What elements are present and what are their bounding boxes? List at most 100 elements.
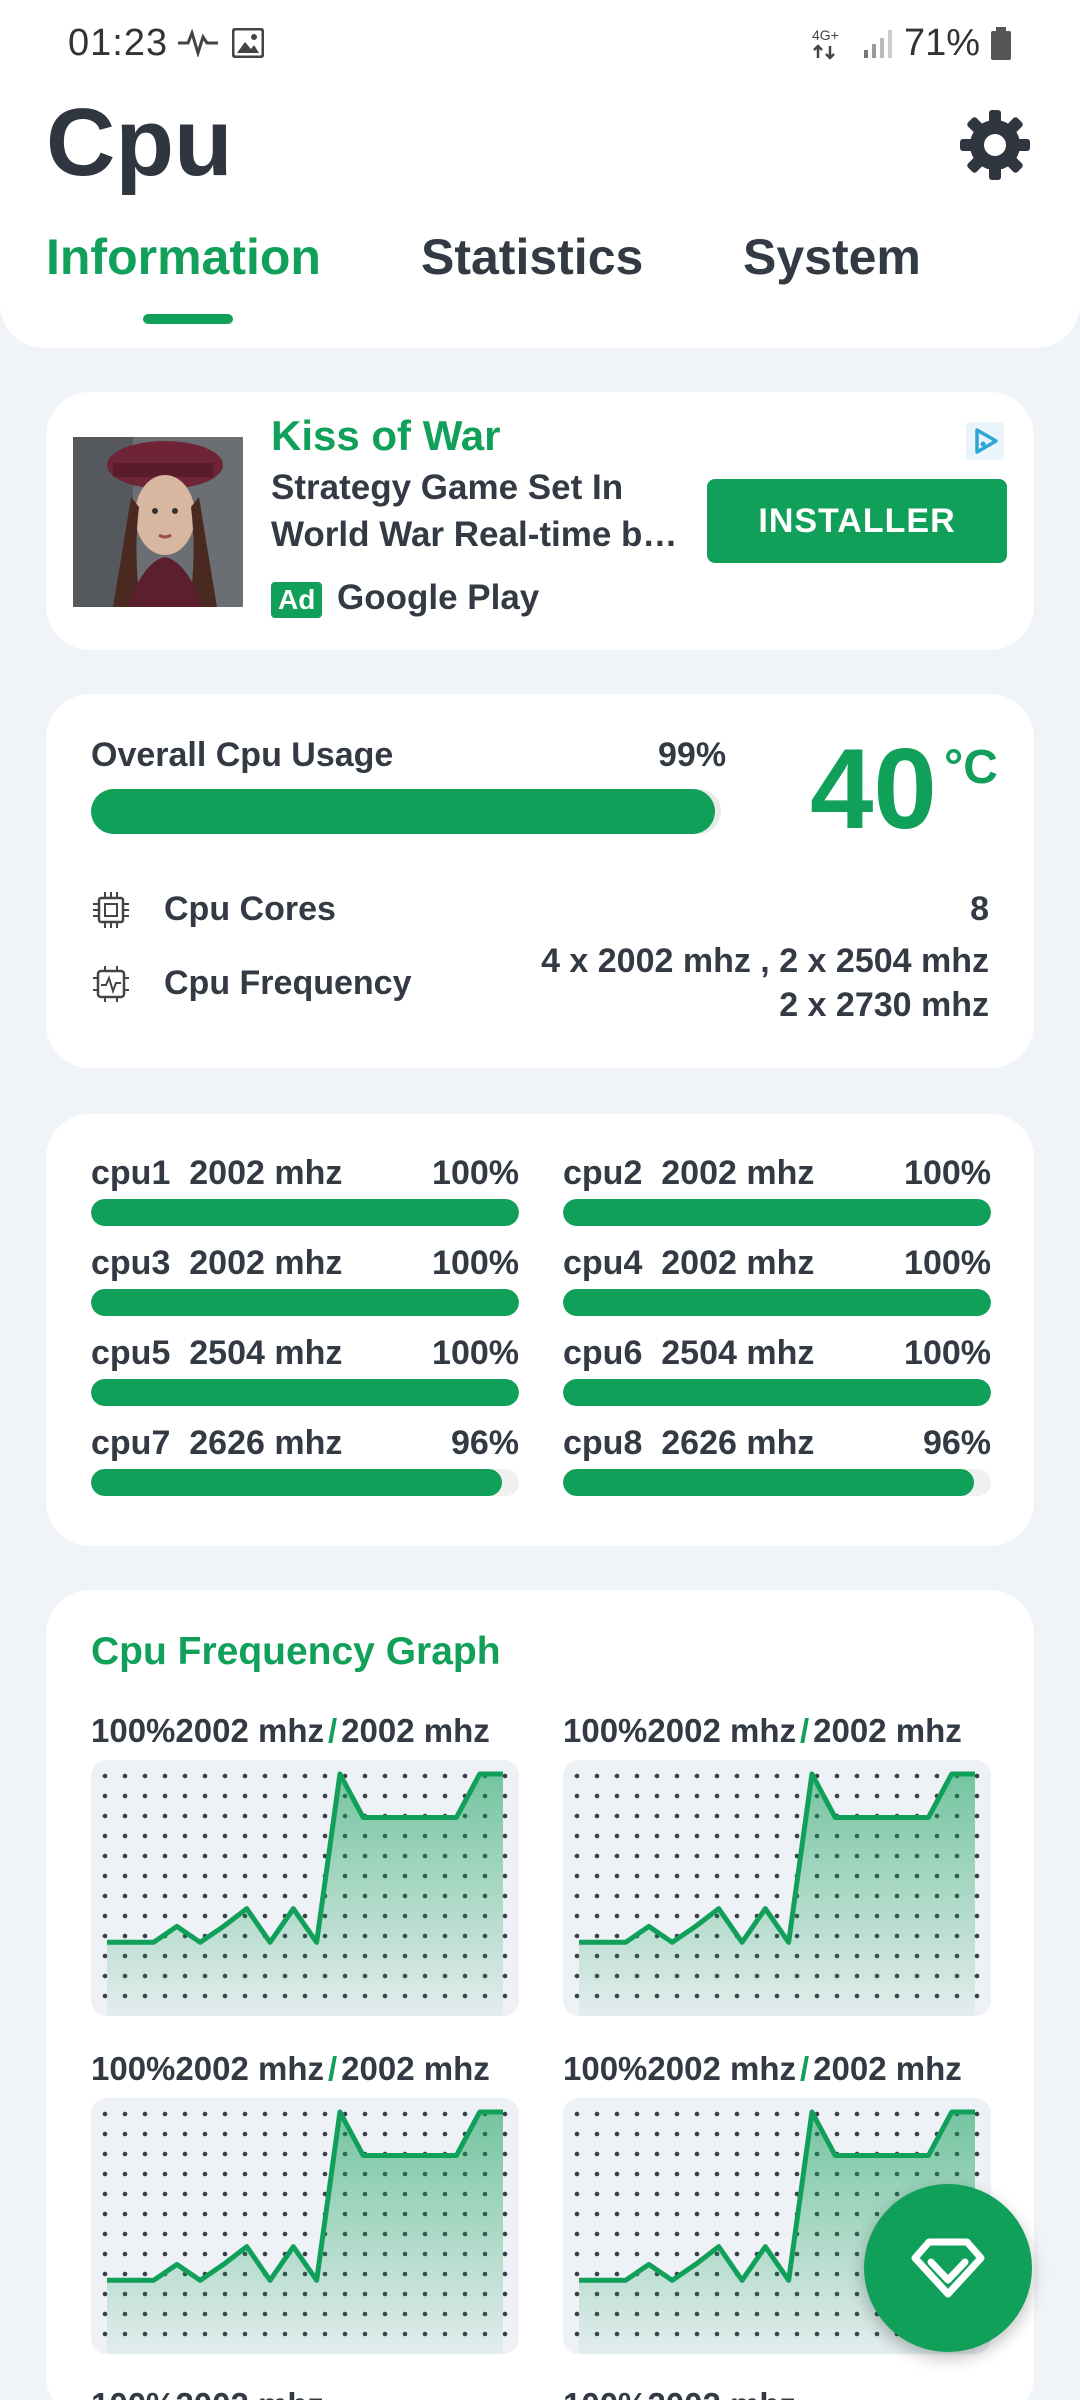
core-percent: 100%: [432, 1334, 519, 1372]
graph-max-value: 2002 mhz: [813, 1712, 962, 1749]
frequency-chip-icon: [93, 966, 129, 1002]
core-bar-fill: [563, 1469, 974, 1496]
core-name: cpu5 2504 mhz: [91, 1334, 343, 1372]
graph-separator: /: [327, 1712, 338, 1749]
core-bar: [563, 1469, 991, 1496]
frequency-graph-title: Cpu Frequency Graph: [91, 1630, 501, 1673]
network-label: 4G+: [812, 27, 839, 43]
core-bar: [91, 1199, 519, 1226]
core-bar: [91, 1379, 519, 1406]
core-bar-fill: [563, 1289, 991, 1316]
core-name: cpu2 2002 mhz: [563, 1154, 815, 1192]
core-name: cpu7 2626 mhz: [91, 1424, 343, 1462]
core-item: cpu7 2626 mhz 96%: [91, 1424, 519, 1504]
active-tab-indicator: [143, 314, 233, 324]
core-item: cpu4 2002 mhz 100%: [563, 1244, 991, 1324]
cpu-usage-card: Overall Cpu Usage 99% 40 °C Cpu Cores 8 …: [46, 694, 1034, 1068]
core-name: cpu1 2002 mhz: [91, 1154, 343, 1192]
overall-usage-bar-fill: [91, 789, 715, 834]
ad-description: Strategy Game Set In World War Real-time…: [271, 468, 678, 554]
temperature-value: 40: [810, 726, 937, 853]
tab-bar: Information Statistics System: [0, 222, 1080, 322]
graph-cell-label-partial: 100%2002 mhz: [563, 2386, 796, 2400]
battery-percent: 71%: [903, 22, 980, 64]
frequency-plot: [563, 1760, 991, 2016]
graph-current-value: 100%2002 mhz: [563, 1712, 796, 1749]
core-name: cpu8 2626 mhz: [563, 1424, 815, 1462]
cpu-frequency-line1: 4 x 2002 mhz , 2 x 2504 mhz: [541, 942, 989, 980]
core-item: cpu3 2002 mhz 100%: [91, 1244, 519, 1324]
floating-action-button[interactable]: [864, 2184, 1032, 2352]
image-icon: [232, 28, 264, 58]
tab-system[interactable]: System: [743, 228, 921, 286]
status-left-icons: [178, 28, 264, 58]
graph-current-value: 100%2002 mhz: [91, 2050, 324, 2087]
graph-max-value: 2002 mhz: [341, 1712, 490, 1749]
ad-choices-icon[interactable]: [966, 422, 1004, 460]
core-item: cpu8 2626 mhz 96%: [563, 1424, 991, 1504]
core-item: cpu2 2002 mhz 100%: [563, 1154, 991, 1234]
ad-image[interactable]: [73, 437, 243, 607]
status-bar: 01:23 4G+ 71%: [0, 0, 1080, 90]
core-percent: 96%: [450, 1424, 519, 1462]
frequency-plot: [91, 2098, 519, 2354]
activity-icon: [178, 29, 218, 57]
graph-cell-label: 100%2002 mhz/2002 mhz: [91, 1712, 490, 1750]
core-bar-fill: [563, 1379, 991, 1406]
core-percent: 100%: [904, 1154, 991, 1192]
core-bar-fill: [91, 1289, 519, 1316]
gear-icon[interactable]: [958, 108, 1032, 182]
core-name: cpu3 2002 mhz: [91, 1244, 343, 1282]
battery-icon: [991, 26, 1011, 60]
ad-install-button[interactable]: INSTALLER: [707, 479, 1007, 563]
graph-separator: /: [799, 2050, 810, 2087]
cpu-frequency-line2: 2 x 2730 mhz: [779, 986, 989, 1024]
core-bar: [563, 1199, 991, 1226]
signal-icon: [863, 29, 892, 58]
ad-card[interactable]: Kiss of War Strategy Game Set In World W…: [46, 392, 1034, 650]
status-right: 4G+ 71%: [812, 22, 1012, 65]
core-bar-fill: [91, 1379, 519, 1406]
core-bar-fill: [563, 1199, 991, 1226]
core-item: cpu6 2504 mhz 100%: [563, 1334, 991, 1414]
frequency-plot-svg: [102, 1771, 508, 2016]
core-item: cpu1 2002 mhz 100%: [91, 1154, 519, 1234]
core-percent: 100%: [904, 1244, 991, 1282]
temperature-unit: °C: [944, 741, 998, 794]
overall-usage-percent: 99%: [658, 736, 727, 774]
core-item: cpu5 2504 mhz 100%: [91, 1334, 519, 1414]
status-time: 01:23: [68, 22, 169, 64]
core-name: cpu4 2002 mhz: [563, 1244, 815, 1282]
frequency-plot-svg: [574, 1771, 980, 2016]
frequency-plot: [91, 1760, 519, 2016]
app-header: 01:23 4G+ 71% Cpu Information Statistics…: [0, 0, 1080, 348]
graph-cell-label: 100%2002 mhz/2002 mhz: [563, 2050, 962, 2088]
core-bar-fill: [91, 1469, 502, 1496]
cpu-cores-label: Cpu Cores: [164, 890, 336, 928]
core-bar: [91, 1469, 519, 1496]
ad-badge: Ad: [271, 582, 323, 618]
app-title: Cpu: [46, 89, 233, 196]
tab-information[interactable]: Information: [46, 228, 321, 286]
ad-title[interactable]: Kiss of War: [271, 412, 500, 460]
core-percent: 100%: [904, 1334, 991, 1372]
graph-cell-label: 100%2002 mhz/2002 mhz: [91, 2050, 490, 2088]
cpu-cores-value: 8: [970, 890, 989, 928]
core-percent: 100%: [432, 1244, 519, 1282]
core-bar: [563, 1379, 991, 1406]
chip-icon: [93, 892, 129, 928]
graph-current-value: 100%2002 mhz: [91, 1712, 324, 1749]
diamond-icon: [911, 2238, 985, 2298]
graph-current-value: 100%2002 mhz: [563, 2050, 796, 2087]
graph-separator: /: [799, 1712, 810, 1749]
core-percent: 100%: [432, 1154, 519, 1192]
graph-cell-label: 100%2002 mhz/2002 mhz: [563, 1712, 962, 1750]
core-bar: [563, 1289, 991, 1316]
core-bar-fill: [91, 1199, 519, 1226]
frequency-plot-svg: [102, 2109, 508, 2354]
overall-usage-bar: [91, 789, 721, 834]
tab-statistics[interactable]: Statistics: [421, 228, 643, 286]
graph-max-value: 2002 mhz: [341, 2050, 490, 2087]
graph-separator: /: [327, 2050, 338, 2087]
core-name: cpu6 2504 mhz: [563, 1334, 815, 1372]
